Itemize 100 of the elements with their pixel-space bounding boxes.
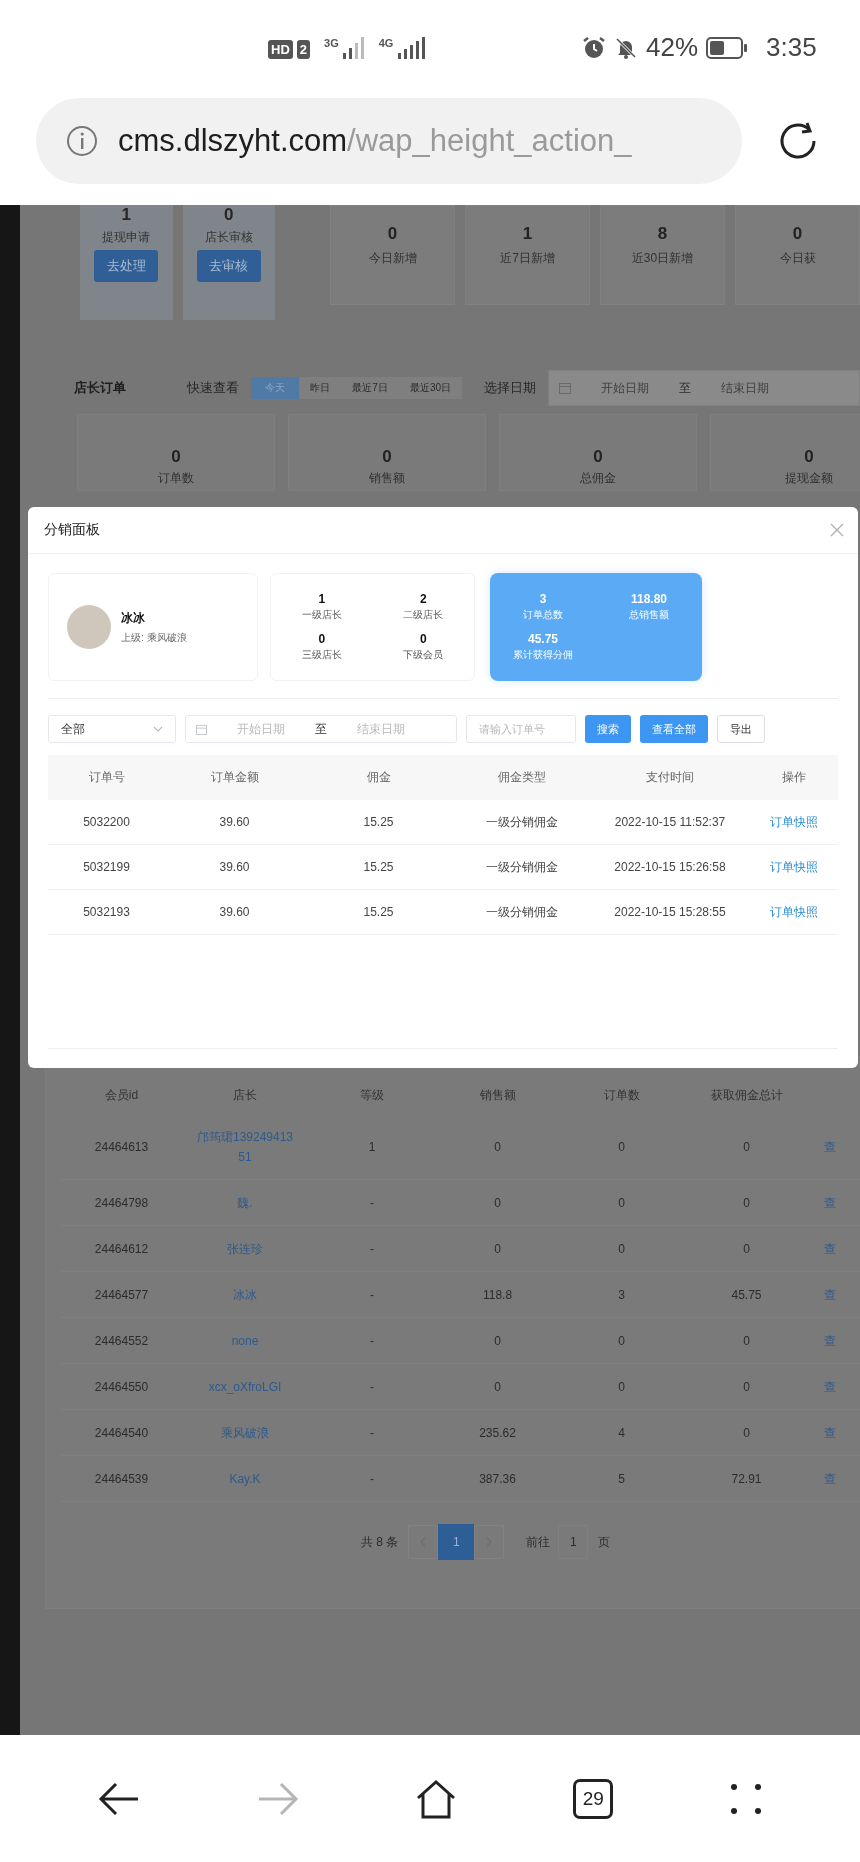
summary-value: 3 — [539, 592, 547, 606]
summary-value: 45.75 — [528, 632, 558, 646]
order-snapshot-link[interactable]: 订单快照 — [769, 904, 818, 919]
total-count: 共 8 条 — [361, 1533, 399, 1551]
table-cell-text: 0 — [617, 1194, 626, 1212]
battery-icon — [706, 36, 749, 59]
table-cell-text: 0 — [617, 1240, 626, 1258]
summary-label: 累计获得分佣 — [513, 648, 573, 662]
goto-label: 前往 — [526, 1533, 551, 1551]
url-host: cms.dlszyht.com — [118, 123, 348, 158]
table-cell-text: 24464539 — [93, 1470, 150, 1488]
count-label: 三级店长 — [301, 648, 342, 662]
quick-range-tab[interactable]: 最近7日 — [341, 377, 399, 399]
count-label: 二级店长 — [403, 608, 444, 622]
stat-value: 0 — [804, 447, 814, 467]
back-icon[interactable] — [98, 1780, 141, 1817]
column-header: 订单数 — [602, 1087, 641, 1104]
stat-label: 总佣金 — [580, 470, 616, 487]
order-snapshot-link[interactable]: 订单快照 — [769, 814, 818, 829]
filter-button[interactable]: 查看全部 — [640, 715, 708, 743]
hd-badge: HD — [268, 40, 293, 59]
stat-label: 今日获 — [779, 250, 816, 267]
stat-value: 8 — [657, 224, 668, 244]
stat-value: 0 — [792, 224, 803, 244]
count-value: 1 — [318, 592, 326, 606]
table-cell-text: 0 — [742, 1424, 751, 1442]
parent-label: 上级: 乘风破浪 — [121, 630, 187, 645]
view-link[interactable]: 查 — [824, 1333, 836, 1348]
table-cell-text: 5032199 — [82, 860, 131, 874]
date-range-field[interactable]: 开始日期 至 结束日期 — [548, 370, 860, 406]
table-cell-text: 15.25 — [362, 860, 395, 874]
quick-range-tab[interactable]: 最近30日 — [398, 377, 462, 399]
table-cell-text: 5032200 — [82, 815, 131, 829]
table-cell-text: 0 — [493, 1332, 502, 1350]
table-cell-text: 5032193 — [82, 905, 131, 919]
stat-value: 1 — [522, 224, 533, 244]
filter-button[interactable]: 导出 — [717, 715, 765, 743]
page-number-button[interactable]: 1 — [438, 1524, 475, 1560]
view-link[interactable]: 查 — [824, 1425, 836, 1440]
member-name-link[interactable]: 邝筠珺13924941351 — [182, 1127, 308, 1167]
member-name-link[interactable]: 冰冰 — [182, 1284, 308, 1305]
count-value: 2 — [419, 592, 427, 606]
member-name-link[interactable]: 张连珍 — [182, 1238, 308, 1259]
date-range-field[interactable]: 开始日期 至 结束日期 — [185, 715, 457, 743]
table-cell-text: 0 — [493, 1194, 502, 1212]
member-name-link[interactable]: 乘风破浪 — [182, 1422, 308, 1443]
table-cell-text: 24464552 — [93, 1332, 150, 1350]
table-cell-text: 0 — [617, 1139, 626, 1156]
table-cell-text: 39.60 — [218, 860, 251, 874]
table-cell-text: 2022-10-15 15:26:58 — [613, 860, 727, 874]
view-link[interactable]: 查 — [824, 1287, 836, 1302]
stat-label: 今日新增 — [368, 250, 417, 267]
table-cell-text: 0 — [742, 1240, 751, 1258]
table-cell-text: - — [369, 1286, 375, 1304]
column-header: 订单金额 — [209, 769, 260, 786]
stat-value: 0 — [593, 447, 603, 467]
stat-label: 销售额 — [369, 470, 405, 487]
table-cell-text: 45.75 — [730, 1286, 763, 1304]
quick-range-tab[interactable]: 昨日 — [299, 377, 342, 399]
table-cell-text: 2022-10-15 11:52:37 — [613, 815, 727, 829]
filter-button[interactable]: 搜索 — [585, 715, 631, 743]
count-value: 0 — [419, 632, 427, 646]
member-name-link[interactable]: xcx_oXfroLGI — [182, 1376, 308, 1397]
menu-dots-icon[interactable] — [729, 1782, 762, 1815]
table-cell-text: 24464612 — [93, 1240, 150, 1258]
view-link[interactable]: 查 — [824, 1379, 836, 1394]
home-icon[interactable] — [414, 1778, 457, 1819]
summary-label: 订单总数 — [523, 608, 563, 622]
table-cell-text: 0 — [493, 1139, 502, 1156]
view-link[interactable]: 查 — [824, 1140, 836, 1154]
chevron-down-icon — [153, 726, 163, 732]
stat-value: 0 — [382, 447, 392, 467]
address-bar[interactable]: cms.dlszyht.com/wap_height_action_ — [36, 98, 742, 184]
page-input[interactable]: 1 — [558, 1525, 589, 1559]
signal-icon — [397, 37, 426, 59]
table-cell-text: 0 — [742, 1194, 751, 1212]
member-name-link[interactable]: none — [182, 1330, 308, 1351]
view-link[interactable]: 查 — [824, 1241, 836, 1256]
count-label: 一级店长 — [301, 608, 342, 622]
quick-view-label: 快速查看 — [187, 379, 240, 397]
table-cell-text: - — [369, 1194, 375, 1212]
task-count: 1 — [121, 205, 131, 225]
battery-percent: 42% — [646, 32, 699, 63]
task-count: 0 — [224, 205, 234, 225]
member-name-link[interactable]: Kay.K — [182, 1468, 308, 1489]
table-cell-text: 一级分销佣金 — [485, 813, 559, 831]
calendar-icon — [559, 382, 571, 394]
view-link[interactable]: 查 — [824, 1471, 836, 1486]
table-cell-text: - — [369, 1378, 375, 1396]
member-name-link[interactable]: 魏. — [182, 1192, 308, 1213]
action-button[interactable]: 去审核 — [196, 250, 261, 282]
network-label: 4G — [378, 37, 394, 49]
tab-count-button[interactable]: 29 — [573, 1778, 614, 1819]
table-cell-text: 4 — [617, 1424, 626, 1442]
order-snapshot-link[interactable]: 订单快照 — [769, 859, 818, 874]
stat-value: 0 — [171, 447, 181, 467]
column-header: 佣金 — [365, 769, 392, 786]
action-button[interactable]: 去处理 — [94, 250, 159, 282]
type-select[interactable]: 全部 — [48, 715, 176, 743]
view-link[interactable]: 查 — [824, 1195, 836, 1210]
